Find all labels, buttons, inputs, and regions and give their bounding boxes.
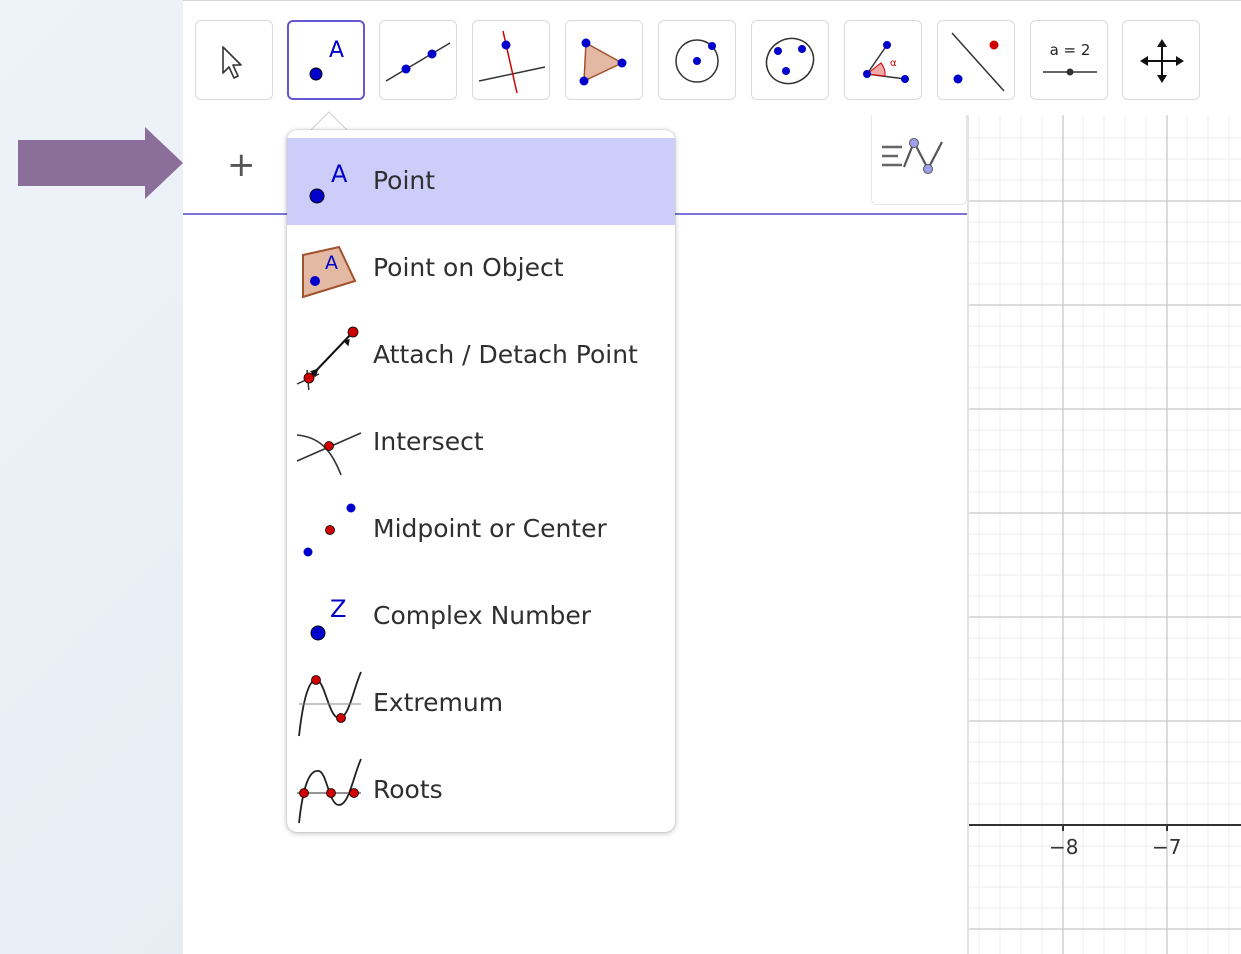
perpendicular-line-tool-button[interactable]	[472, 20, 550, 100]
menu-item-label: Attach / Detach Point	[373, 340, 638, 369]
angle-alpha-letter: α	[890, 58, 897, 69]
svg-text:A: A	[325, 252, 338, 274]
point-on-object-icon: A	[302, 245, 357, 299]
menu-item-label: Roots	[373, 775, 443, 804]
menu-item-label: Point	[373, 166, 436, 195]
angle-icon: α	[863, 41, 909, 83]
move-tool-button[interactable]	[195, 20, 273, 100]
point-tools-menu: A Point A Point on Object Attach / Detac…	[287, 130, 675, 832]
svg-text:A: A	[331, 160, 348, 188]
reflect-about-line-icon	[951, 32, 1005, 92]
line-tool-button[interactable]	[379, 20, 457, 100]
extremum-icon	[298, 671, 362, 737]
circle-tool-button[interactable]	[658, 20, 736, 100]
point-a-icon: A	[309, 38, 344, 81]
midpoint-icon	[303, 503, 356, 557]
menu-item-label: Midpoint or Center	[373, 514, 607, 543]
point-tool-button[interactable]: A	[287, 20, 365, 100]
line-through-two-points-icon	[385, 42, 451, 82]
menu-item-attach-detach-point[interactable]: Attach / Detach Point	[287, 312, 675, 399]
add-input-button[interactable]: +	[227, 148, 256, 182]
move-graphics-view-icon	[1140, 39, 1184, 83]
menu-item-label: Extremum	[373, 688, 504, 717]
menu-item-label: Intersect	[373, 427, 484, 456]
menu-item-intersect[interactable]: Intersect	[287, 399, 675, 486]
annotation-arrow-icon	[18, 127, 183, 199]
attach-detach-point-icon	[296, 326, 359, 390]
menu-item-point-on-object[interactable]: A Point on Object	[287, 225, 675, 312]
menu-item-midpoint-or-center[interactable]: Midpoint or Center	[287, 486, 675, 573]
polygon-icon	[579, 38, 627, 86]
menu-item-roots[interactable]: Roots	[287, 747, 675, 834]
slider-label: a = 2	[1050, 41, 1091, 59]
point-a-letter: A	[329, 38, 344, 63]
reflect-tool-button[interactable]	[937, 20, 1015, 100]
toolbar: A α a = 2	[183, 0, 1241, 116]
circle-center-point-icon	[675, 39, 719, 83]
conic-five-points-icon	[765, 37, 815, 85]
algebra-graphics-toggle-icon	[882, 138, 943, 174]
perpendicular-line-icon	[478, 30, 546, 94]
complex-number-icon: Z	[310, 595, 346, 641]
move-graphics-view-tool-button[interactable]	[1122, 20, 1200, 100]
angle-tool-button[interactable]: α	[844, 20, 922, 100]
x-tick-label: −7	[1152, 835, 1182, 859]
conic-tool-button[interactable]	[751, 20, 829, 100]
polygon-tool-button[interactable]	[565, 20, 643, 100]
menu-item-extremum[interactable]: Extremum	[287, 660, 675, 747]
menu-item-label: Complex Number	[373, 601, 592, 630]
graphics-grid	[969, 115, 1241, 954]
point-icon: A	[309, 160, 348, 204]
roots-icon	[297, 758, 362, 824]
menu-item-label: Point on Object	[373, 253, 564, 282]
slider-icon: a = 2	[1043, 41, 1097, 76]
menu-item-complex-number[interactable]: Z Complex Number	[287, 573, 675, 660]
intersect-icon	[296, 432, 362, 476]
menu-item-point[interactable]: A Point	[287, 138, 675, 225]
arrow-cursor-icon	[222, 46, 242, 79]
slider-tool-button[interactable]: a = 2	[1030, 20, 1108, 100]
svg-text:Z: Z	[330, 595, 346, 623]
graphics-view[interactable]: −8 −7	[969, 115, 1241, 954]
x-tick-label: −8	[1049, 835, 1079, 859]
algebra-graphics-toggle-button[interactable]	[871, 115, 967, 205]
